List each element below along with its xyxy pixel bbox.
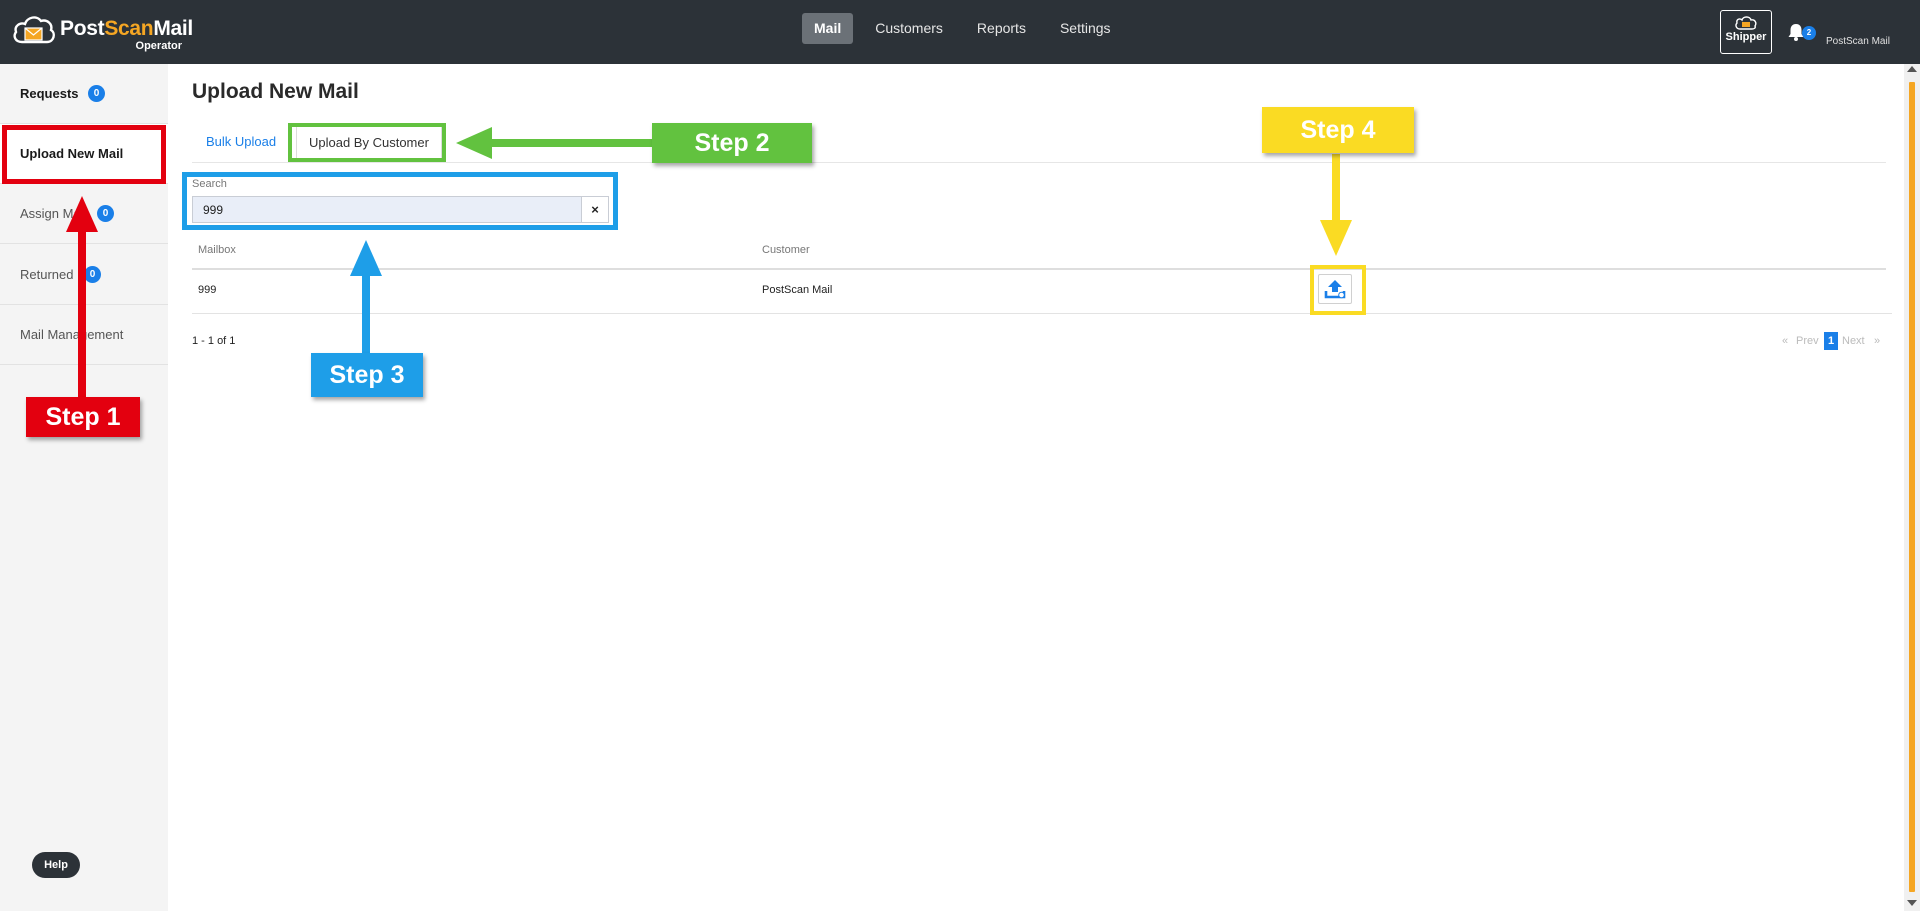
shipper-cloud-icon	[1735, 16, 1757, 30]
brand-name: PostScanMail	[60, 17, 193, 40]
sidebar-item-returned[interactable]: Returned 0	[0, 245, 168, 305]
main-nav: Mail Customers Reports Settings	[802, 13, 1123, 44]
sidebar-item-mail-management[interactable]: Mail Management	[0, 305, 168, 365]
notification-count-badge: 2	[1802, 26, 1816, 40]
clear-search-button[interactable]: ×	[581, 196, 609, 223]
pagination-page-1[interactable]: 1	[1824, 332, 1838, 350]
returned-count-badge: 0	[84, 266, 101, 283]
scroll-up-arrow-icon[interactable]	[1907, 66, 1917, 72]
sidebar-item-label: Assign Mail	[20, 206, 87, 221]
search-label: Search	[192, 178, 227, 190]
top-bar: PostScanMail Operator Mail Customers Rep…	[0, 0, 1920, 64]
pagination-prev[interactable]: Prev	[1796, 332, 1819, 350]
sidebar-item-label: Returned	[20, 267, 74, 282]
sidebar-item-upload-new-mail[interactable]: Upload New Mail	[0, 124, 168, 184]
pagination-last[interactable]: »	[1874, 332, 1880, 350]
sidebar-item-requests[interactable]: Requests 0	[0, 64, 168, 124]
table-header-divider	[192, 268, 1886, 270]
sidebar-item-label: Requests	[20, 86, 79, 101]
column-header-customer[interactable]: Customer	[762, 244, 810, 256]
table-cell-customer: PostScan Mail	[762, 284, 833, 296]
nav-mail[interactable]: Mail	[802, 13, 854, 44]
tabs-divider	[192, 162, 1886, 163]
page-title: Upload New Mail	[192, 80, 359, 103]
tab-upload-by-customer[interactable]: Upload By Customer	[296, 124, 442, 162]
upload-icon	[1324, 280, 1346, 299]
help-button[interactable]: Help	[32, 852, 80, 878]
scrollbar-thumb[interactable]	[1909, 82, 1915, 892]
assign-mail-count-badge: 0	[97, 205, 114, 222]
column-header-mailbox[interactable]: Mailbox	[198, 244, 236, 256]
step1-callout: Step 1	[26, 397, 140, 437]
pagination-range: 1 - 1 of 1	[192, 335, 236, 347]
sidebar-item-assign-mail[interactable]: Assign Mail 0	[0, 184, 168, 244]
search-input[interactable]	[192, 196, 582, 223]
tab-bulk-upload[interactable]: Bulk Upload	[192, 124, 290, 162]
shipper-button[interactable]: Shipper	[1720, 10, 1772, 54]
nav-reports[interactable]: Reports	[965, 13, 1038, 44]
table-cell-mailbox: 999	[198, 284, 217, 296]
table-row-divider	[192, 313, 1892, 314]
nav-settings[interactable]: Settings	[1048, 13, 1123, 44]
pagination-first[interactable]: «	[1782, 332, 1788, 350]
pagination-next[interactable]: Next	[1842, 332, 1865, 350]
step3-callout: Step 3	[311, 353, 423, 397]
shipper-label: Shipper	[1725, 31, 1767, 43]
nav-customers[interactable]: Customers	[863, 13, 955, 44]
postscanmail-logo[interactable]: PostScanMail Operator	[12, 10, 193, 56]
upload-mail-button[interactable]	[1318, 274, 1352, 304]
requests-count-badge: 0	[88, 85, 105, 102]
sidebar: Requests 0 Upload New Mail Assign Mail 0…	[0, 64, 168, 911]
brand-subtitle: Operator	[135, 40, 182, 52]
user-menu[interactable]: PostScan Mail	[1826, 36, 1890, 47]
step2-callout: Step 2	[652, 123, 812, 163]
scroll-down-arrow-icon[interactable]	[1907, 900, 1917, 906]
sidebar-item-label: Upload New Mail	[20, 146, 124, 161]
cloud-mail-logo-icon	[13, 16, 55, 44]
sidebar-item-label: Mail Management	[20, 327, 124, 342]
step4-callout: Step 4	[1262, 107, 1414, 153]
